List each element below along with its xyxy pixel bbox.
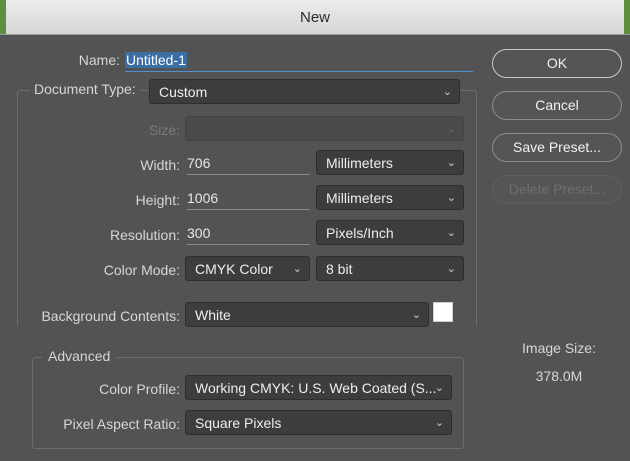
height-unit-value: Millimeters <box>326 190 393 206</box>
chevron-down-icon: ⌄ <box>446 157 456 169</box>
width-label: Width: <box>140 157 180 173</box>
document-type-value: Custom <box>159 84 208 100</box>
delete-preset-button[interactable]: Delete Preset... <box>492 175 622 204</box>
width-input[interactable]: 706 <box>187 152 310 175</box>
window-titlebar: New <box>0 0 630 35</box>
resolution-unit-value: Pixels/Inch <box>326 225 394 241</box>
color-profile-select[interactable]: Working CMYK: U.S. Web Coated (S... ⌄ <box>185 375 452 400</box>
chevron-down-icon: ⌄ <box>434 417 444 429</box>
chevron-down-icon: ⌄ <box>292 263 302 275</box>
height-input[interactable]: 1006 <box>187 187 310 210</box>
color-profile-value: Working CMYK: U.S. Web Coated (S... <box>195 380 437 396</box>
width-unit-select[interactable]: Millimeters ⌄ <box>316 150 464 175</box>
resolution-input[interactable]: 300 <box>187 222 310 245</box>
size-label: Size: <box>148 122 180 138</box>
bit-depth-value: 8 bit <box>326 261 353 277</box>
pixel-aspect-ratio-value: Square Pixels <box>195 415 282 431</box>
chevron-down-icon: ⌄ <box>446 263 456 275</box>
pixel-aspect-ratio-label: Pixel Aspect Ratio: <box>63 416 180 432</box>
cancel-button[interactable]: Cancel <box>492 91 622 120</box>
image-size-value: 378.0M <box>535 368 583 384</box>
chevron-down-icon: ⌄ <box>411 309 421 321</box>
color-profile-label: Color Profile: <box>99 381 180 397</box>
image-size-label: Image Size: <box>522 340 596 356</box>
color-mode-label: Color Mode: <box>103 262 180 278</box>
background-contents-value: White <box>195 307 231 323</box>
size-select[interactable]: ⌄ <box>185 116 464 141</box>
window-title: New <box>299 9 330 26</box>
ok-button[interactable]: OK <box>492 49 622 78</box>
color-mode-select[interactable]: CMYK Color ⌄ <box>185 256 310 281</box>
advanced-group <box>32 357 464 449</box>
document-type-select[interactable]: Custom ⌄ <box>149 79 460 104</box>
document-type-label: Document Type: <box>30 81 140 97</box>
height-unit-select[interactable]: Millimeters ⌄ <box>316 185 464 210</box>
chevron-down-icon: ⌄ <box>446 227 456 239</box>
new-document-dialog: Name: Untitled-1 Document Type: Custom ⌄… <box>0 35 630 461</box>
bit-depth-select[interactable]: 8 bit ⌄ <box>316 256 464 281</box>
background-contents-select[interactable]: White ⌄ <box>185 302 429 327</box>
name-value: Untitled-1 <box>125 52 187 68</box>
chevron-down-icon: ⌄ <box>446 123 456 135</box>
background-contents-label: Background Contents: <box>41 308 180 324</box>
height-label: Height: <box>135 192 180 208</box>
save-preset-button[interactable]: Save Preset... <box>492 133 622 162</box>
advanced-legend: Advanced <box>42 348 117 364</box>
resolution-unit-select[interactable]: Pixels/Inch ⌄ <box>316 220 464 245</box>
width-unit-value: Millimeters <box>326 155 393 171</box>
chevron-down-icon: ⌄ <box>446 192 456 204</box>
name-input[interactable]: Untitled-1 <box>125 49 473 72</box>
chevron-down-icon: ⌄ <box>442 86 452 98</box>
background-color-swatch[interactable] <box>433 302 453 322</box>
color-mode-value: CMYK Color <box>195 261 273 277</box>
pixel-aspect-ratio-select[interactable]: Square Pixels ⌄ <box>185 410 452 435</box>
chevron-down-icon: ⌄ <box>434 382 444 394</box>
name-label: Name: <box>78 52 120 68</box>
resolution-label: Resolution: <box>109 227 180 243</box>
